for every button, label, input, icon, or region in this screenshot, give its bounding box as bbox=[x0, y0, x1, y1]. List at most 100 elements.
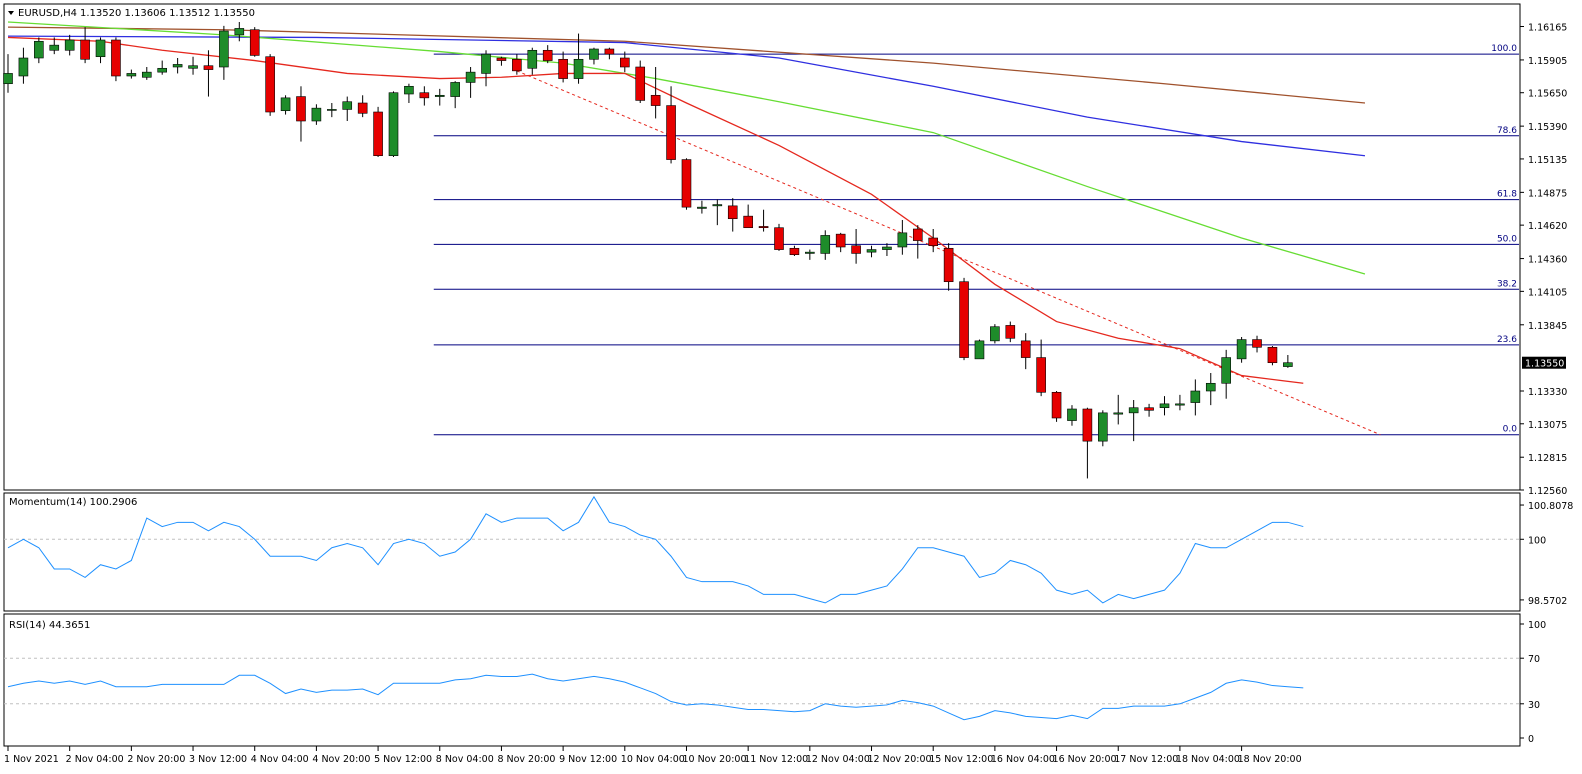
bull-candle-body bbox=[95, 39, 106, 58]
bear-candle-body bbox=[512, 58, 522, 72]
candle bbox=[959, 277, 969, 361]
price-tick-label: 1.13075 bbox=[1528, 420, 1567, 431]
bull-candle-body bbox=[3, 73, 13, 85]
rsi-tick-label: 100 bbox=[1528, 620, 1546, 631]
bull-candle-body bbox=[1236, 339, 1247, 360]
bear-candle-body bbox=[249, 29, 260, 56]
bull-candle-body bbox=[1128, 407, 1139, 414]
rsi-tick-label: 70 bbox=[1528, 654, 1540, 665]
bull-candle-body bbox=[990, 326, 1000, 342]
ohlc-label: 1.13520 1.13606 1.13512 1.13550 bbox=[80, 8, 255, 19]
price-axis[interactable]: 1.16165 1.15905 1.15650 1.15390 1.15135 1.148… bbox=[1520, 23, 1567, 498]
symbol-label: EURUSD,H4 bbox=[18, 8, 77, 19]
bear-candle-body bbox=[373, 111, 383, 157]
bear-candle-body bbox=[80, 39, 90, 60]
bear-candle-body bbox=[774, 227, 784, 250]
bull-candle-body bbox=[1205, 382, 1216, 392]
price-tick-label: 1.14360 bbox=[1528, 255, 1567, 266]
bear-candle-body bbox=[1051, 391, 1062, 419]
fib-level-label: 23.6 bbox=[1497, 335, 1517, 345]
time-tick-label: 18 Nov 04:00 bbox=[1176, 754, 1240, 765]
candle bbox=[681, 158, 692, 210]
bear-candle-body bbox=[959, 281, 969, 358]
candle bbox=[974, 339, 985, 360]
bear-candle-body bbox=[419, 92, 430, 99]
bear-candle-body bbox=[558, 58, 568, 79]
bear-candle-body bbox=[789, 247, 800, 256]
bear-candle-body bbox=[851, 245, 861, 254]
bull-candle-body bbox=[1175, 403, 1185, 406]
bear-candle-body bbox=[1082, 408, 1093, 442]
bull-candle-body bbox=[327, 109, 337, 111]
bear-candle-body bbox=[1036, 357, 1046, 393]
price-tick-label: 1.15650 bbox=[1528, 89, 1567, 100]
bull-candle-body bbox=[234, 28, 245, 36]
bear-candle-body bbox=[542, 49, 553, 61]
bull-candle-body bbox=[1283, 362, 1293, 367]
bull-candle-body bbox=[1221, 357, 1231, 384]
bull-candle-body bbox=[882, 246, 892, 250]
chart-header: EURUSD,H4 1.13520 1.13606 1.13512 1.1355… bbox=[8, 8, 255, 19]
candle bbox=[249, 27, 260, 57]
time-tick-label: 8 Nov 04:00 bbox=[436, 754, 494, 765]
bear-candle-body bbox=[265, 56, 275, 113]
time-tick-label: 5 Nov 12:00 bbox=[374, 754, 432, 765]
price-tick-label: 1.14875 bbox=[1528, 188, 1567, 199]
bear-candle-body bbox=[604, 48, 615, 55]
bear-candle-body bbox=[1005, 325, 1016, 339]
bull-candle-body bbox=[573, 58, 584, 79]
price-tick-label: 1.13845 bbox=[1528, 321, 1567, 332]
time-tick-label: 17 Nov 12:00 bbox=[1114, 754, 1178, 765]
bull-candle-body bbox=[805, 251, 815, 254]
price-tick-label: 1.13330 bbox=[1528, 387, 1567, 398]
bull-candle-body bbox=[126, 73, 137, 77]
bull-candle-body bbox=[342, 101, 353, 110]
rsi-label: RSI(14) 44.3651 bbox=[9, 620, 90, 631]
bull-candle-body bbox=[311, 107, 322, 122]
bull-candle-body bbox=[404, 85, 414, 95]
bull-candle-body bbox=[141, 71, 152, 78]
bull-candle-body bbox=[219, 30, 229, 68]
bull-candle-body bbox=[64, 39, 75, 51]
bear-candle-body bbox=[357, 102, 368, 114]
bull-candle-body bbox=[527, 49, 538, 69]
time-tick-label: 1 Nov 2021 bbox=[4, 754, 59, 765]
bull-candle-body bbox=[49, 44, 60, 51]
price-tick-label: 1.15135 bbox=[1528, 155, 1567, 166]
bull-candle-body bbox=[1113, 412, 1124, 415]
bull-candle-body bbox=[866, 249, 877, 253]
candle bbox=[388, 91, 399, 157]
trading-chart[interactable]: 100.0 78.6 61.8 50.0 38.2 23.6 0.0 1.16165 1.15… bbox=[0, 0, 1582, 774]
bull-candle-body bbox=[1159, 403, 1170, 409]
bear-candle-body bbox=[912, 228, 923, 241]
bear-candle-body bbox=[928, 237, 939, 247]
bull-candle-body bbox=[34, 40, 44, 59]
bull-candle-body bbox=[450, 82, 460, 97]
fib-level-label: 38.2 bbox=[1497, 279, 1517, 289]
fib-level-label: 0.0 bbox=[1503, 425, 1518, 435]
bull-candle-body bbox=[280, 97, 291, 112]
bull-candle-body bbox=[172, 64, 183, 68]
bear-candle-body bbox=[496, 57, 507, 61]
bear-candle-body bbox=[743, 215, 753, 229]
fib-level-label: 50.0 bbox=[1497, 234, 1517, 244]
bull-candle-body bbox=[18, 57, 29, 77]
candle bbox=[635, 60, 646, 103]
bear-candle-body bbox=[650, 94, 661, 106]
bull-candle-body bbox=[481, 53, 491, 74]
bull-candle-body bbox=[589, 48, 599, 60]
bear-candle-body bbox=[1144, 407, 1154, 411]
candle bbox=[1236, 337, 1247, 363]
time-tick-label: 16 Nov 04:00 bbox=[991, 754, 1055, 765]
fib-level-label: 78.6 bbox=[1497, 126, 1517, 136]
bear-candle-body bbox=[727, 205, 738, 220]
bear-candle-body bbox=[1267, 346, 1278, 364]
time-tick-label: 9 Nov 12:00 bbox=[559, 754, 617, 765]
time-tick-label: 10 Nov 04:00 bbox=[621, 754, 685, 765]
bull-candle-body bbox=[897, 232, 908, 248]
bear-candle-body bbox=[758, 226, 769, 229]
bull-candle-body bbox=[465, 71, 476, 83]
momentum-tick-label: 100.8078 bbox=[1528, 501, 1573, 512]
time-tick-label: 12 Nov 20:00 bbox=[868, 754, 932, 765]
candle bbox=[1098, 410, 1108, 447]
